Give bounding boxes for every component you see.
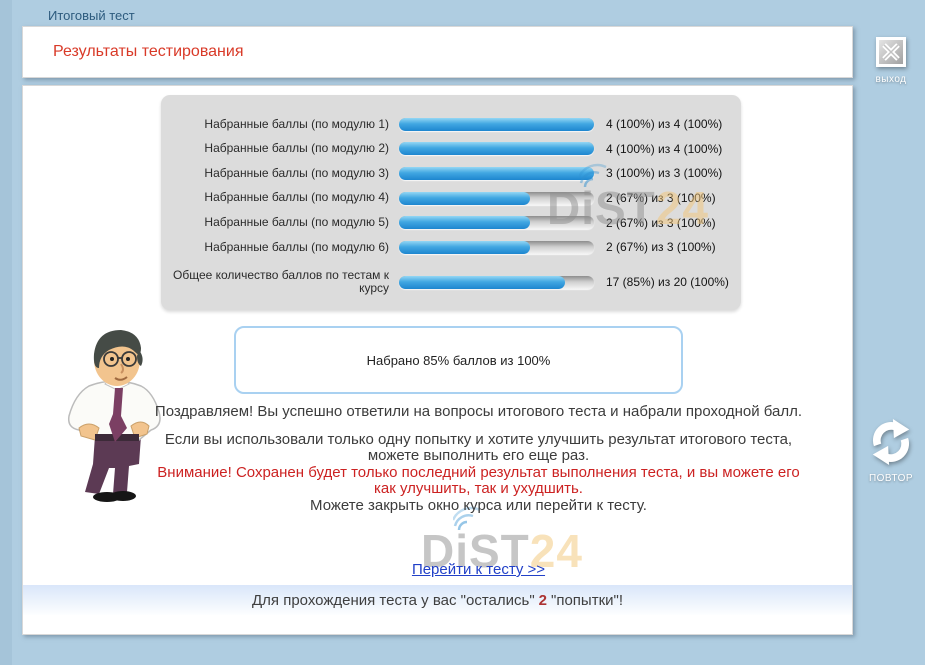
score-summary-box: Набрано 85% баллов из 100% [234,326,683,394]
score-row: Набранные баллы (по модулю 3) 3 (100%) и… [161,161,741,186]
left-margin-strip [0,0,12,665]
close-icon [876,54,906,71]
progress-bar-fill [399,241,530,254]
progress-bar-track [399,276,594,289]
goto-test-link-wrap: Перейти к тесту >> [151,561,806,579]
progress-bar-fill [399,216,530,229]
results-panel: Набранные баллы (по модулю 1) 4 (100%) и… [161,95,741,310]
score-row-label: Набранные баллы (по модулю 6) [161,241,399,255]
window-title: Итоговый тест [48,8,135,23]
close-or-goto-text: Можете закрыть окно курса или перейти к … [151,498,806,515]
attempts-text-suffix: "попытки"! [551,592,623,609]
attempts-remaining-bar: Для прохождения теста у вас "остались" 2… [23,585,852,615]
progress-bar-fill [399,192,530,205]
score-row-value: 2 (67%) из 3 (100%) [594,216,716,230]
congrats-text: Поздравляем! Вы успешно ответили на вопр… [151,404,806,421]
retry-info-text: Если вы использовали только одну попытку… [151,432,806,465]
progress-bar-track [399,167,594,180]
score-row-value: 2 (67%) из 3 (100%) [594,191,716,205]
attempts-count: 2 [535,592,551,609]
repeat-button[interactable]: ПОВТОР [859,418,923,484]
score-row: Набранные баллы (по модулю 2) 4 (100%) и… [161,137,741,162]
goto-test-link[interactable]: Перейти к тесту >> [412,561,545,578]
result-message: Поздравляем! Вы успешно ответили на вопр… [151,404,806,514]
score-row-label: Общее количество баллов по тестам к курс… [161,269,399,296]
progress-bar-fill [399,118,594,131]
progress-bar-track [399,142,594,155]
progress-bar-fill [399,167,594,180]
score-row: Набранные баллы (по модулю 5) 2 (67%) из… [161,210,741,235]
score-row-label: Набранные баллы (по модулю 1) [161,118,399,132]
progress-bar-fill [399,276,565,289]
score-row-label: Набранные баллы (по модулю 4) [161,191,399,205]
score-row: Общее количество баллов по тестам к курс… [161,269,741,296]
progress-bar-track [399,118,594,131]
score-row: Набранные баллы (по модулю 6) 2 (67%) из… [161,235,741,260]
score-row: Набранные баллы (по модулю 1) 4 (100%) и… [161,112,741,137]
score-row-value: 4 (100%) из 4 (100%) [594,142,722,156]
page-title: Результаты тестирования [53,43,243,61]
progress-bar-track [399,216,594,229]
score-row-value: 2 (67%) из 3 (100%) [594,240,716,254]
main-content-panel: Набранные баллы (по модулю 1) 4 (100%) и… [22,85,853,635]
header-panel: Результаты тестирования [22,26,853,78]
score-row: Набранные баллы (по модулю 4) 2 (67%) из… [161,186,741,211]
repeat-button-label: ПОВТОР [859,473,923,484]
score-row-value: 4 (100%) из 4 (100%) [594,117,722,131]
score-summary-text: Набрано 85% баллов из 100% [367,353,551,368]
score-row-value: 17 (85%) из 20 (100%) [594,275,729,289]
score-row-value: 3 (100%) из 3 (100%) [594,166,722,180]
progress-bar-track [399,241,594,254]
warning-text: Внимание! Сохранен будет только последни… [151,465,806,498]
app-window: Итоговый тест Результаты тестирования вы… [0,0,925,665]
score-row-label: Набранные баллы (по модулю 5) [161,216,399,230]
repeat-arrows-icon [867,453,915,470]
exit-button[interactable]: выход [859,37,923,85]
progress-bar-fill [399,142,594,155]
progress-bar-track [399,192,594,205]
attempts-text-prefix: Для прохождения теста у вас "остались" [252,592,535,609]
score-row-label: Набранные баллы (по модулю 3) [161,167,399,181]
exit-button-label: выход [859,74,923,85]
score-row-label: Набранные баллы (по модулю 2) [161,142,399,156]
score-rows: Набранные баллы (по модулю 1) 4 (100%) и… [161,112,741,296]
